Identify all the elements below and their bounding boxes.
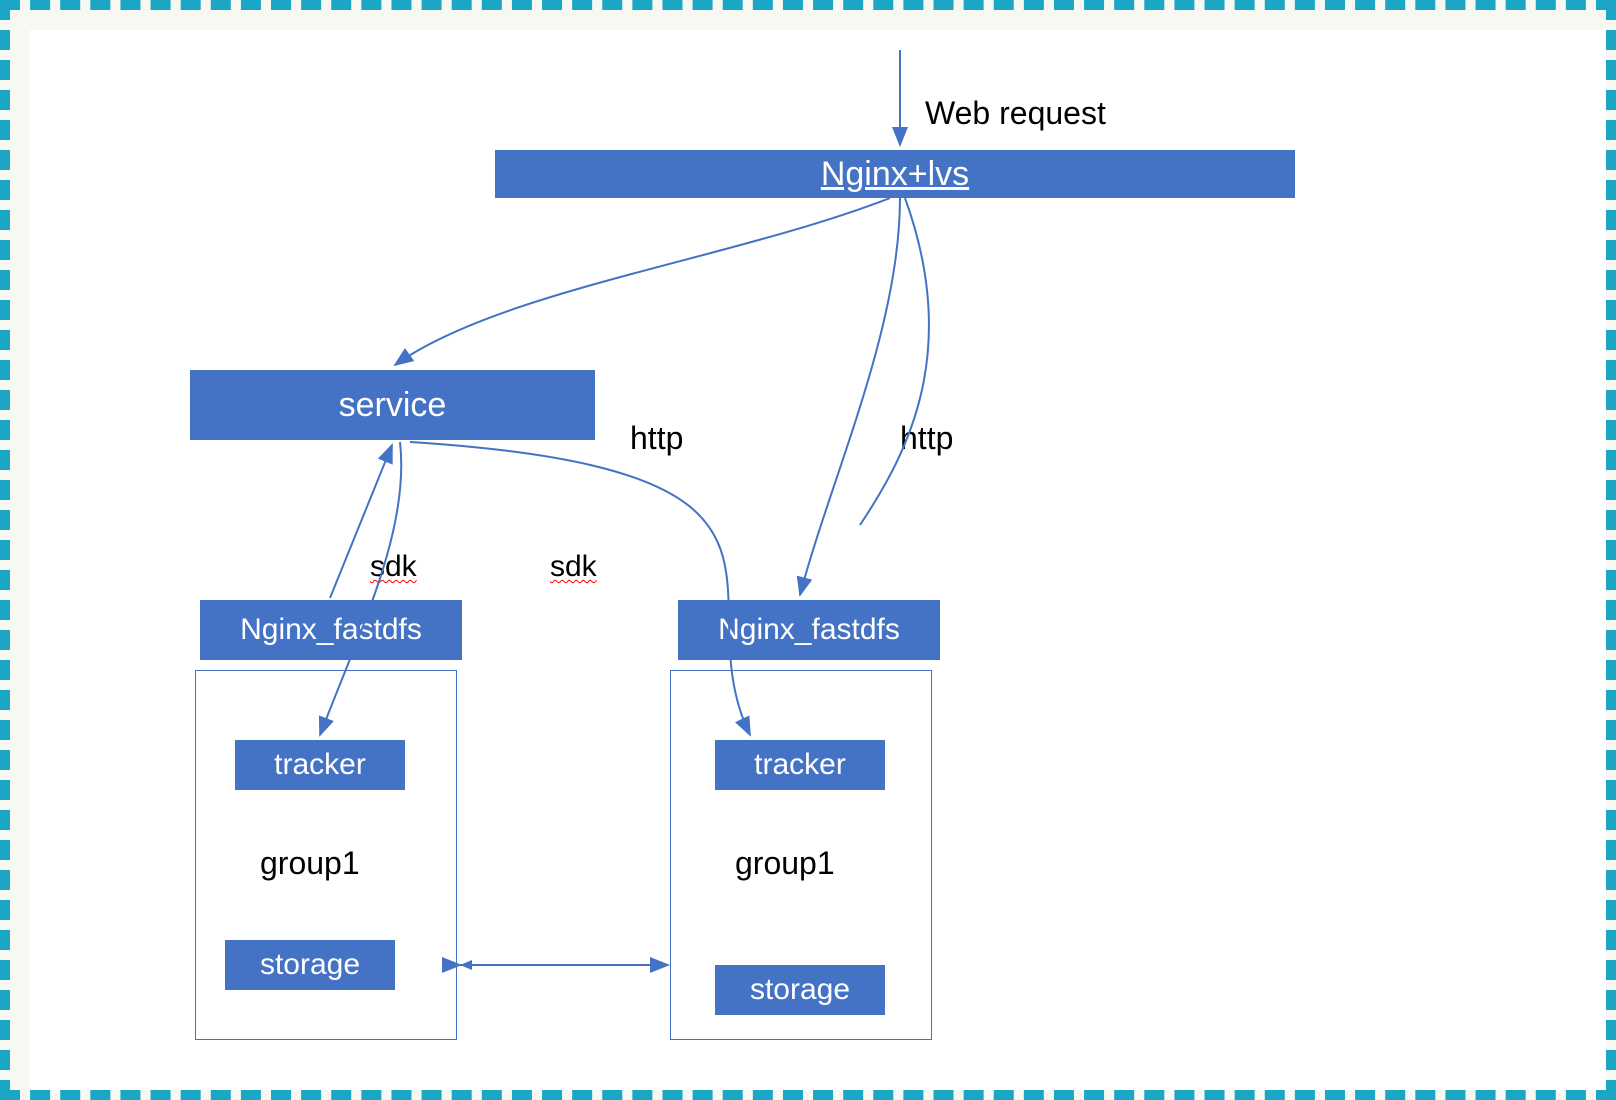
label-sdk-right: sdk	[550, 550, 597, 584]
node-tracker-right-label: tracker	[754, 748, 846, 782]
node-tracker-left: tracker	[235, 740, 405, 790]
label-web-request: Web request	[925, 95, 1106, 132]
node-storage-left: storage	[225, 940, 395, 990]
selection-frame: Nginx+lvs service Nginx_fastdfs Nginx_fa…	[0, 0, 1616, 1100]
label-sdk-left-text: sdk	[370, 550, 417, 583]
node-nginx-lvs: Nginx+lvs	[495, 150, 1295, 198]
node-nginx-fastdfs-left-label: Nginx_fastdfs	[240, 613, 422, 647]
node-service: service	[190, 370, 595, 440]
node-storage-right-label: storage	[750, 973, 850, 1007]
label-group1-right: group1	[735, 845, 835, 882]
label-sdk-left: sdk	[370, 550, 417, 584]
node-storage-left-label: storage	[260, 948, 360, 982]
label-http-left: http	[630, 420, 683, 457]
node-tracker-right: tracker	[715, 740, 885, 790]
arrow-nginx-to-service	[395, 198, 890, 365]
arrow-nginx-to-right-extra	[860, 198, 929, 525]
node-service-label: service	[339, 386, 447, 425]
node-nginx-fastdfs-right-label: Nginx_fastdfs	[718, 613, 900, 647]
label-sdk-right-text: sdk	[550, 550, 597, 583]
label-http-right: http	[900, 420, 953, 457]
node-nginx-fastdfs-left: Nginx_fastdfs	[200, 600, 462, 660]
node-nginx-lvs-label: Nginx+lvs	[821, 155, 969, 194]
node-storage-right: storage	[715, 965, 885, 1015]
diagram-canvas: Nginx+lvs service Nginx_fastdfs Nginx_fa…	[30, 30, 1606, 1090]
arrow-nginx-to-fastdfs-right	[800, 198, 900, 595]
node-tracker-left-label: tracker	[274, 748, 366, 782]
label-group1-left: group1	[260, 845, 360, 882]
node-nginx-fastdfs-right: Nginx_fastdfs	[678, 600, 940, 660]
